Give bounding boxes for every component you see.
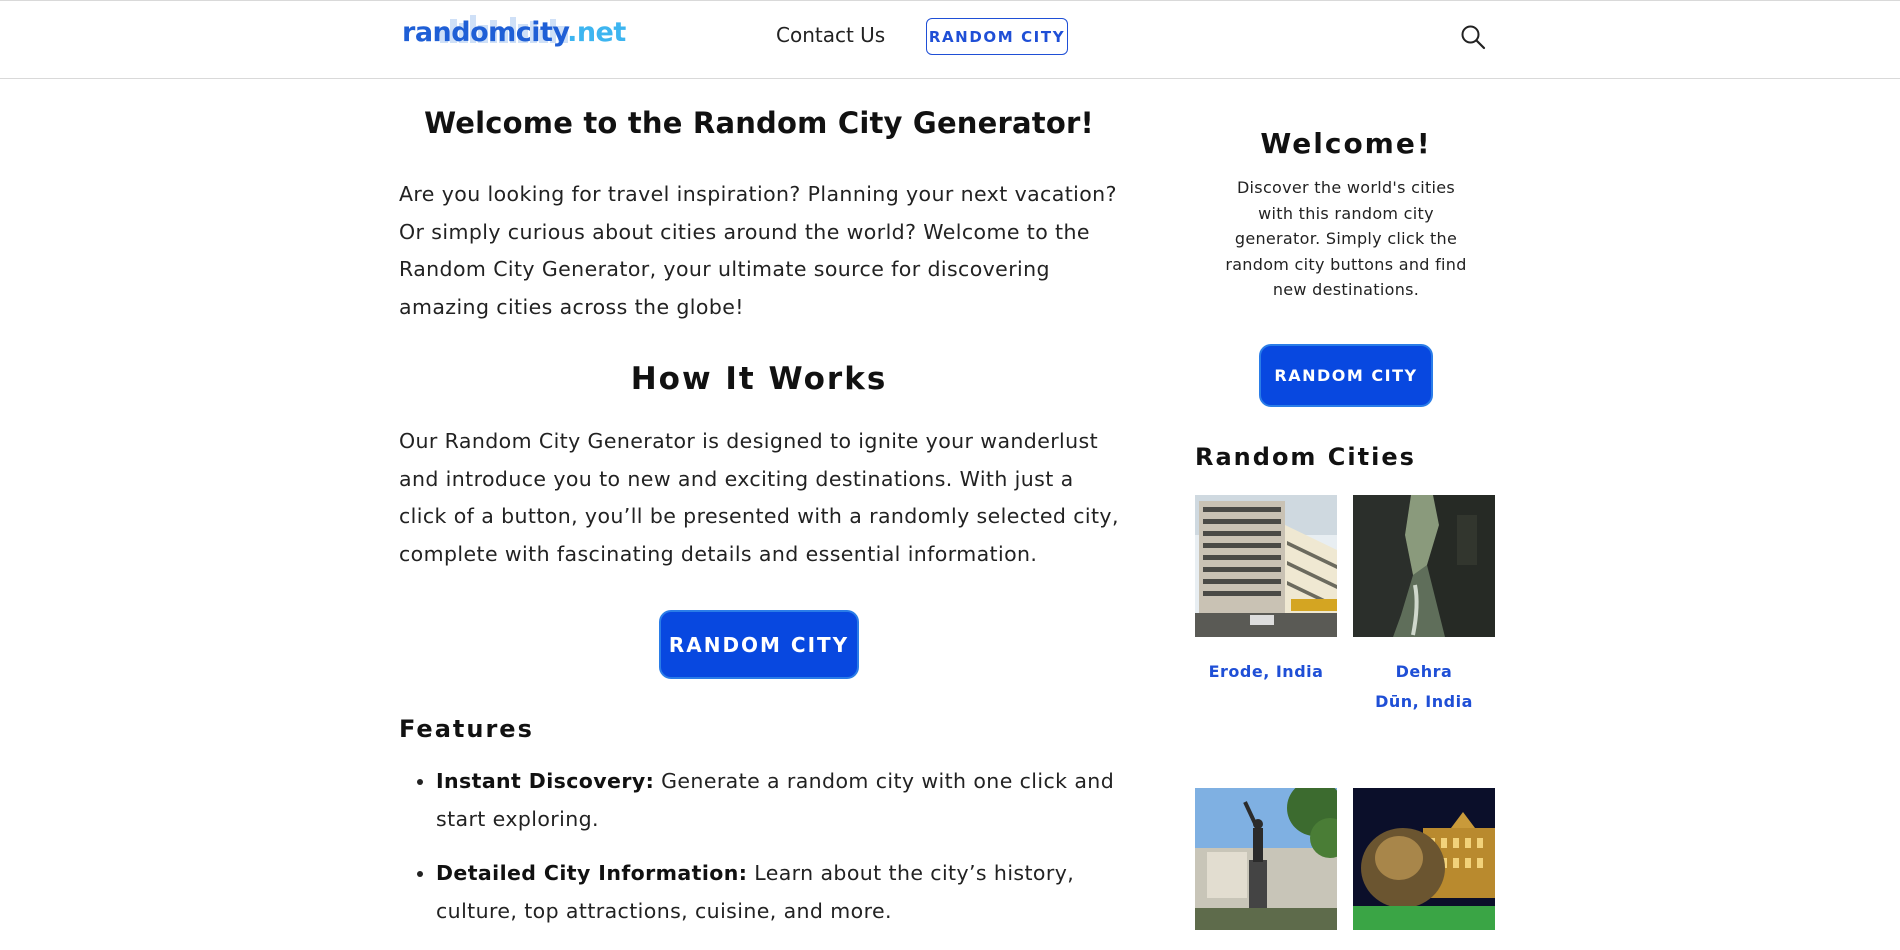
site-logo[interactable]: randomcity.net [402,15,626,48]
sidebar-random-city-button[interactable]: RANDOM CITY [1259,344,1433,407]
search-icon[interactable] [1459,23,1487,51]
how-it-works-paragraph: Our Random City Generator is designed to… [399,429,1119,567]
how-it-works-heading: How It Works [630,361,888,397]
city-thumbnail-image[interactable] [1353,495,1495,637]
random-city-button[interactable]: RANDOM CITY [659,610,859,679]
city-thumbnail-image[interactable] [1353,788,1495,930]
logo-main-text: randomcity [402,17,568,48]
sidebar-description: Discover the world's cities with this ra… [1225,178,1467,299]
city-link[interactable]: Erode, India [1195,657,1337,687]
city-thumbnail-image[interactable] [1195,788,1337,930]
page-title: Welcome to the Random City Generator! [424,106,1094,140]
city-link[interactable]: Dehra Dūn, India [1353,657,1495,717]
sidebar-title: Welcome! [1260,127,1432,160]
features-heading: Features [399,715,534,743]
city-card[interactable] [1353,788,1495,950]
random-cities-heading: Random Cities [1195,443,1416,471]
feature-item: Detailed City Information: Learn about t… [436,855,1156,930]
feature-item: Instant Discovery: Generate a random cit… [436,763,1156,838]
features-list: Instant Discovery: Generate a random cit… [399,763,1156,948]
city-thumbnail-image[interactable] [1195,495,1337,637]
city-card[interactable]: Erode, India [1195,495,1337,687]
feature-title: Detailed City Information: [436,861,748,886]
city-card[interactable]: Dehra Dūn, India [1353,495,1495,717]
city-card[interactable] [1195,788,1337,950]
logo-tld-text: .net [567,17,626,48]
nav-random-city-button[interactable]: RANDOM CITY [926,18,1068,55]
nav-contact-link[interactable]: Contact Us [776,23,885,47]
site-header: randomcity.net Contact Us RANDOM CITY [0,0,1900,79]
intro-paragraph: Are you looking for travel inspiration? … [399,182,1117,320]
feature-title: Instant Discovery: [436,769,655,793]
